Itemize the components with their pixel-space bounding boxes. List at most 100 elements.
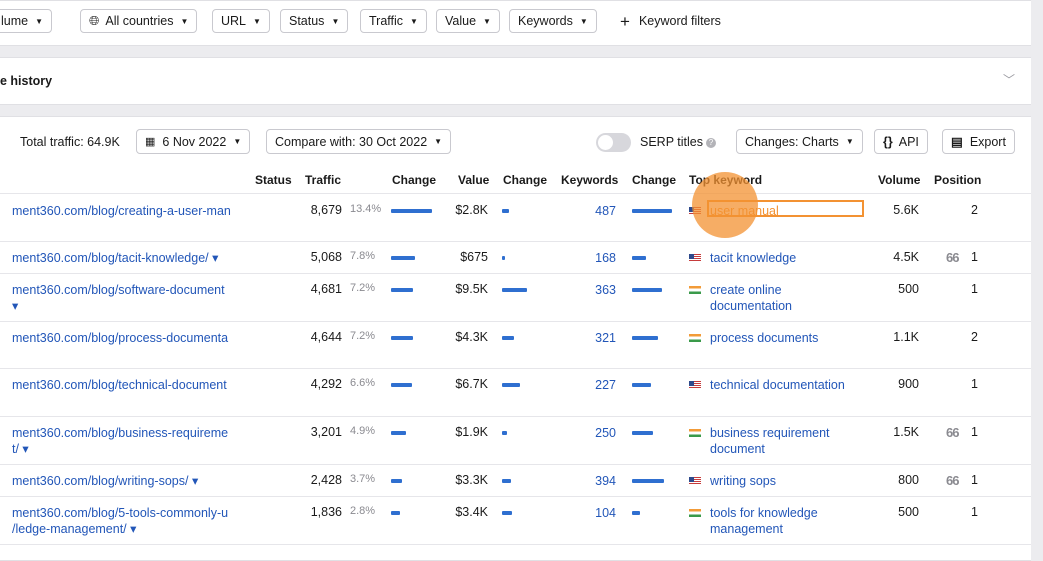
top-keyword-link[interactable]: create online [710,282,782,298]
keywords-count-link[interactable]: 227 [570,377,616,393]
top-keyword-link[interactable]: tacit knowledge [710,250,796,266]
page-url-link[interactable]: ment360.com/blog/tacit-knowledge/ ▾ [12,250,218,266]
value-change-bar [502,209,510,213]
position-value: 1 [971,473,978,487]
history-section[interactable]: e history ﹀ [0,57,1031,105]
page-url-link-continued[interactable]: t/ ▾ [12,441,29,457]
serp-titles-toggle[interactable] [596,133,631,152]
keywords-count-link[interactable]: 104 [570,505,616,521]
serp-feature-icon: 66 [946,473,960,488]
calendar-icon: ▦ [145,136,156,148]
top-keyword-link-continued[interactable]: document [710,441,765,457]
traffic-share: 3.7% [350,473,376,485]
column-header-value[interactable]: Value [458,173,489,187]
total-traffic: Total traffic: 64.9K [20,135,120,149]
page-url-link[interactable]: ment360.com/blog/writing-sops/ ▾ [12,473,198,489]
filter-bar: lume ▼ 🌐︎ All countries ▼ URL ▼ Status ▼ Traf… [0,0,1031,46]
position-value: 1 [971,425,978,439]
traffic-share: 7.2% [350,282,376,294]
keywords-count-link[interactable]: 394 [570,473,616,489]
volume-value: 800 [898,473,919,487]
column-header-status[interactable]: Status [255,173,292,187]
page-url-link[interactable]: ment360.com/blog/technical-document [12,377,227,393]
column-header-traffic[interactable]: Traffic [305,173,341,187]
traffic-share: 7.8% [350,250,376,262]
traffic-filter-label: Traffic [369,14,404,28]
url-filter[interactable]: URL ▼ [212,9,270,33]
globe-icon: 🌐︎ [89,13,100,28]
keywords-change-bar [632,383,651,387]
api-label: API [898,134,919,149]
api-button[interactable]: {} API [874,129,928,154]
column-header-volume[interactable]: Volume [878,173,920,187]
traffic-share: 7.2% [350,330,376,342]
changes-label: Changes: Charts [745,134,839,149]
volume-filter-label: lume [1,14,29,28]
keywords-count-link[interactable]: 321 [570,330,616,346]
status-filter[interactable]: Status ▼ [280,9,349,33]
countries-filter[interactable]: 🌐︎ All countries ▼ [80,9,198,33]
page-url-link[interactable]: ment360.com/blog/process-documenta [12,330,228,346]
top-keyword-link-continued[interactable]: management [710,521,783,537]
chevron-down-icon: ▼ [434,137,443,146]
page-url-link[interactable]: ment360.com/blog/creating-a-user-man [12,203,231,219]
serp-feature-icon: 66 [946,425,960,440]
top-keyword-link-continued[interactable]: documentation [710,298,792,314]
volume-value: 1.1K [893,330,919,344]
top-keyword-link[interactable]: technical documentation [710,377,845,393]
column-header-position[interactable]: Position [934,173,981,187]
keywords-filter[interactable]: Keywords ▼ [509,9,597,33]
chevron-down-icon: ▼ [410,16,418,26]
volume-filter[interactable]: lume ▼ [0,9,53,33]
column-header-keywords[interactable]: Keywords [561,173,618,187]
date-label: 6 Nov 2022 [162,134,227,149]
position-value: 2 [971,330,978,344]
keywords-count-link[interactable]: 487 [570,203,616,219]
traffic-filter[interactable]: Traffic ▼ [360,9,427,33]
keywords-count-link[interactable]: 168 [570,250,616,266]
value-change-bar [502,288,528,292]
value-amount: $1.9K [455,425,488,439]
value-amount: $3.3K [455,473,488,487]
traffic-value: 5,068 [310,250,342,264]
traffic-value: 4,681 [310,282,342,296]
chevron-down-icon: ▼ [35,16,44,26]
chevron-down-icon[interactable]: ﹀ [1003,71,1015,88]
top-keyword-link[interactable]: writing sops [710,473,776,489]
volume-value: 900 [898,377,919,391]
compare-label: Compare with: 30 Oct 2022 [275,134,428,149]
us-flag-icon [689,254,701,262]
compare-dropdown[interactable]: Compare with: 30 Oct 2022 ▼ [266,129,452,154]
keywords-count-link[interactable]: 363 [570,282,616,298]
page-url-link-continued[interactable]: /ledge-management/ ▾ [12,521,136,537]
traffic-change-bar [391,209,433,213]
click-indicator [692,172,758,238]
top-keyword-link[interactable]: process documents [710,330,818,346]
value-filter[interactable]: Value ▼ [436,9,500,33]
plus-icon: + [620,11,630,31]
value-amount: $9.5K [455,282,488,296]
column-header-traffic-change[interactable]: Change [392,173,436,187]
india-flag-icon [689,334,701,342]
export-icon: ▤ [951,135,963,149]
top-keyword-link[interactable]: business requirement [710,425,830,441]
keywords-count-link[interactable]: 250 [570,425,616,441]
column-header-keywords-change[interactable]: Change [632,173,676,187]
date-picker[interactable]: ▦ 6 Nov 2022 ▼ [136,129,251,154]
page-url-link-continued[interactable]: ▾ [12,298,18,314]
position-value: 1 [971,250,978,264]
volume-value: 1.5K [893,425,919,439]
top-keyword-link[interactable]: tools for knowledge [710,505,818,521]
page-url-link[interactable]: ment360.com/blog/software-document [12,282,225,298]
column-header-value-change[interactable]: Change [503,173,547,187]
export-button[interactable]: ▤ Export [942,129,1015,154]
changes-dropdown[interactable]: Changes: Charts ▼ [736,129,863,154]
traffic-value: 4,292 [310,377,342,391]
page-url-link[interactable]: ment360.com/blog/business-requireme [12,425,228,441]
page-url-link[interactable]: ment360.com/blog/5-tools-commonly-u [12,505,228,521]
keyword-filters-button[interactable]: + Keyword filters [620,9,721,33]
braces-icon: {} [883,134,893,149]
traffic-share: 6.6% [350,377,376,389]
traffic-value: 4,644 [310,330,342,344]
help-icon[interactable]: ? [706,138,716,148]
